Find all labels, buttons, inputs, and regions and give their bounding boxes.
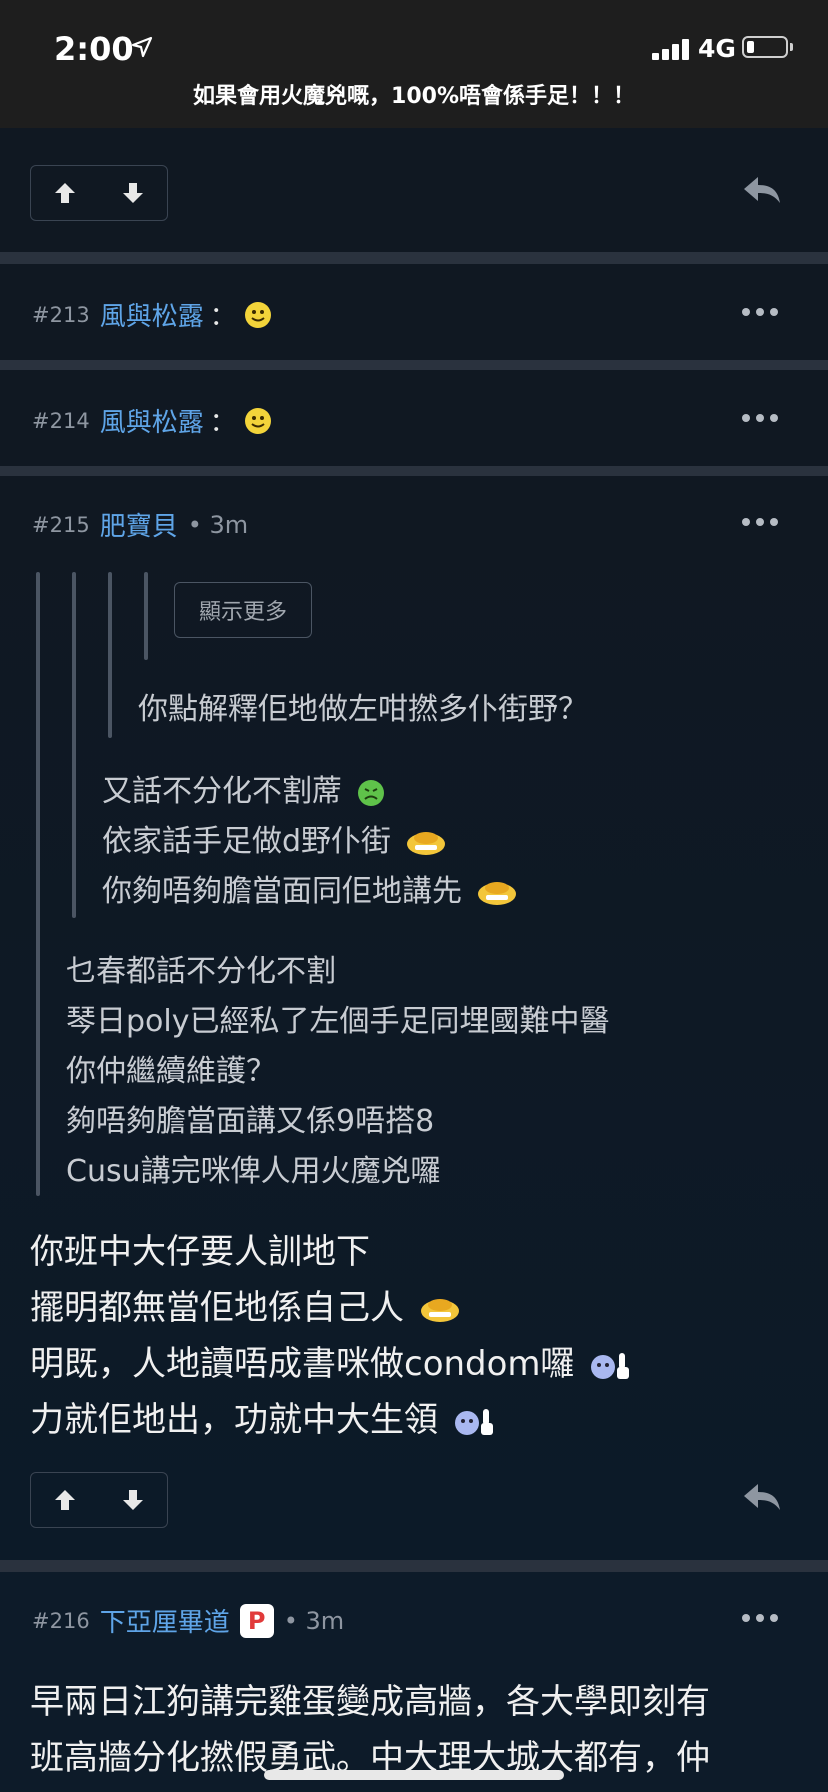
downvote-icon[interactable] <box>119 179 147 207</box>
thumbs-up-emoji-icon <box>454 1408 493 1435</box>
post-214: #214 風與松露 ： <box>0 370 828 466</box>
post-number: #213 <box>32 302 90 327</box>
quote-bar-level4 <box>144 572 148 660</box>
status-time: 2:00 <box>54 30 134 68</box>
separator <box>0 252 828 264</box>
shocked-emoji-icon <box>420 1298 459 1322</box>
user-badge: P <box>239 1603 274 1638</box>
quote-line-text: 你夠唔夠膽當面同佢地講先 <box>102 874 462 909</box>
post-body-line: 擺明都無當佢地係自己人 <box>30 1280 461 1329</box>
post-body-line: 早兩日江狗講完雞蛋變成高牆，各大學即刻有 <box>30 1682 710 1722</box>
post-header: #214 風與松露 ： <box>32 402 272 439</box>
post-time: • 3m <box>283 1606 345 1635</box>
quote-line-text: 依家話手足做d野仆街 <box>102 824 392 859</box>
quote-text: 你仲繼續維護？ <box>66 1054 276 1089</box>
more-options-icon[interactable] <box>742 518 782 528</box>
more-options-icon[interactable] <box>742 308 782 318</box>
post-number: #214 <box>32 408 90 433</box>
post-216: #216 下亞厘畢道 P • 3m 早兩日江狗講完雞蛋變成高牆，各大學即刻有 班… <box>0 1572 828 1792</box>
post-body-line: 明既，人地讀唔成書咪做condom囉 <box>30 1336 633 1385</box>
post-header: #216 下亞厘畢道 P • 3m <box>32 1602 344 1639</box>
reply-icon[interactable] <box>740 173 784 207</box>
post-username[interactable]: 風與松露 <box>100 296 204 333</box>
post-colon: ： <box>209 302 236 332</box>
vote-box <box>30 1472 168 1528</box>
network-type: 4G <box>698 34 736 63</box>
downvote-icon[interactable] <box>119 1486 147 1514</box>
separator <box>0 1560 828 1572</box>
separator <box>0 466 828 476</box>
quote-text: 夠唔夠膽當面講又係9唔搭8 <box>66 1104 435 1139</box>
post-time: • 3m <box>187 510 249 539</box>
post-footer-prev <box>0 128 828 252</box>
quote-line-text: 又話不分化不割蓆 <box>102 774 342 809</box>
post-body-text: 明既，人地讀唔成書咪做condom囉 <box>30 1344 575 1384</box>
signal-icon <box>652 38 692 60</box>
status-bar: 2:00 4G 如果會用火魔兇嘅，100%唔會係手足！！！ <box>0 0 828 128</box>
thumbs-up-emoji-icon <box>591 1352 630 1379</box>
separator <box>0 360 828 370</box>
quote-text: Cusu講完咪俾人用火魔兇囉 <box>66 1154 441 1189</box>
post-213: #213 風與松露 ： <box>0 264 828 360</box>
battery-icon <box>742 36 788 58</box>
post-number: #216 <box>32 1608 90 1633</box>
quote-text: 琴日poly已經私了左個手足同埋國難中醫 <box>66 1004 610 1039</box>
smile-emoji-icon <box>244 407 271 434</box>
post-username[interactable]: 風與松露 <box>100 402 204 439</box>
post-number: #215 <box>32 512 90 537</box>
location-arrow-icon <box>131 36 153 58</box>
quote-bar-level2 <box>72 572 76 918</box>
smile-emoji-icon <box>244 301 271 328</box>
post-body-line: 你班中大仔要人訓地下 <box>30 1232 370 1272</box>
vote-box <box>30 165 168 221</box>
post-username[interactable]: 肥寶貝 <box>100 506 178 543</box>
show-more-button[interactable]: 顯示更多 <box>174 582 312 638</box>
home-indicator[interactable] <box>264 1770 564 1780</box>
post-body-line: 力就佢地出，功就中大生領 <box>30 1392 497 1441</box>
quote-text: 依家話手足做d野仆街 <box>102 816 447 860</box>
quote-text: 又話不分化不割蓆 <box>102 766 386 810</box>
quote-text: 你夠唔夠膽當面同佢地講先 <box>102 866 518 910</box>
quote-text: 你點解釋佢地做左咁撚多仆街野？ <box>138 692 588 727</box>
post-header: #215 肥寶貝 • 3m <box>32 506 248 543</box>
more-options-icon[interactable] <box>742 414 782 424</box>
post-colon: ： <box>209 408 236 438</box>
battery-tip <box>790 43 793 51</box>
thread-title: 如果會用火魔兇嘅，100%唔會係手足！！！ <box>193 84 635 109</box>
quote-bar-level3 <box>108 572 112 738</box>
more-options-icon[interactable] <box>742 1614 782 1624</box>
shocked-emoji-icon <box>406 831 445 855</box>
quote-bar-level1 <box>36 572 40 1196</box>
upvote-icon[interactable] <box>51 1486 79 1514</box>
shocked-emoji-icon <box>477 881 516 905</box>
sick-emoji-icon <box>357 779 384 806</box>
reply-icon[interactable] <box>740 1480 784 1514</box>
quote-text: 乜春都話不分化不割 <box>66 954 336 989</box>
post-body-text: 擺明都無當佢地係自己人 <box>30 1288 404 1328</box>
post-header: #213 風與松露 ： <box>32 296 272 333</box>
post-body-text: 力就佢地出，功就中大生領 <box>30 1400 438 1440</box>
post-username[interactable]: 下亞厘畢道 <box>100 1602 230 1639</box>
upvote-icon[interactable] <box>51 179 79 207</box>
